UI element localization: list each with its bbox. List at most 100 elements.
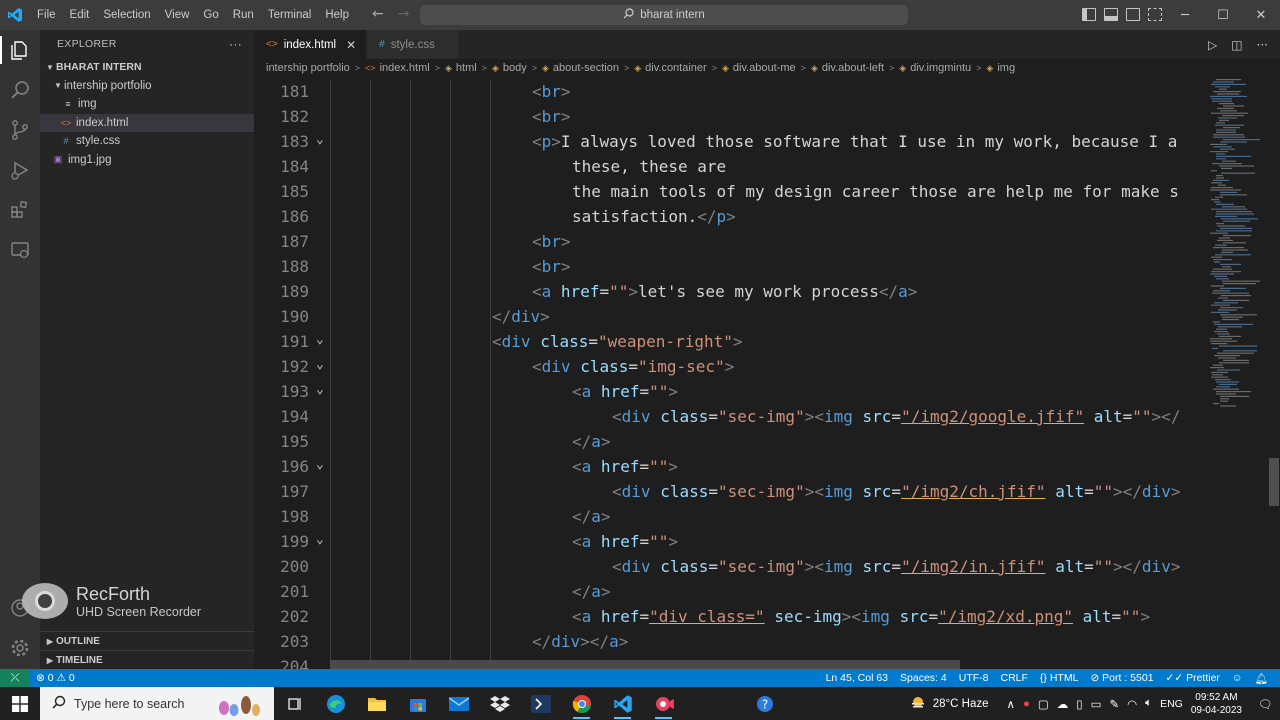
toggle-secondary-sidebar-icon[interactable] — [1126, 8, 1140, 21]
taskbar-search[interactable]: Type here to search — [40, 687, 274, 720]
notification-center-icon[interactable]: 🗨︎ — [1250, 697, 1280, 711]
workspace-root[interactable]: ▼ BHARAT INTERN — [40, 58, 254, 77]
task-view-icon[interactable] — [274, 687, 315, 720]
close-window-icon[interactable]: ✕ — [1242, 0, 1280, 30]
chrome-icon[interactable] — [561, 687, 602, 720]
crumb-about-section[interactable]: ◈ about-section — [542, 62, 619, 74]
weather-text[interactable]: 28°C Haze — [933, 698, 989, 710]
menu-go[interactable]: Go — [196, 0, 225, 30]
tab-style-css[interactable]: # style.css — [367, 30, 460, 59]
crumb-container[interactable]: ◈ div.container — [634, 62, 706, 74]
search-view-icon[interactable] — [8, 78, 32, 102]
maximize-icon[interactable]: ☐ — [1204, 0, 1242, 30]
fold-chevron-icon[interactable]: ⌄ — [316, 529, 324, 551]
recforth-taskbar-icon[interactable] — [643, 687, 684, 720]
more-actions-icon[interactable]: ··· — [229, 37, 242, 51]
toggle-sidebar-icon[interactable] — [1082, 8, 1096, 21]
mail-icon[interactable] — [438, 687, 479, 720]
remote-explorer-icon[interactable] — [8, 238, 32, 262]
crumb-body[interactable]: ◈ body — [492, 62, 527, 74]
crumb-html[interactable]: ◈ html — [445, 62, 477, 74]
phone-icon[interactable]: ▯ — [1076, 697, 1082, 711]
more-icon[interactable]: ··· — [1257, 38, 1268, 52]
horizontal-scrollbar[interactable] — [330, 660, 960, 669]
extensions-icon[interactable] — [8, 198, 32, 222]
file-index-html[interactable]: <> index.html — [40, 113, 254, 132]
onedrive-icon[interactable]: ☁ — [1057, 697, 1069, 711]
menu-run[interactable]: Run — [226, 0, 261, 30]
wifi-icon[interactable]: ◠ — [1127, 697, 1137, 711]
end-of-line[interactable]: CRLF — [994, 672, 1033, 684]
crumb-folder[interactable]: intership portfolio — [266, 62, 350, 74]
notifications-bell-icon[interactable]: 🔔︎ — [1249, 672, 1274, 685]
chevron-up-icon[interactable]: ∧ — [1007, 697, 1015, 711]
toggle-panel-icon[interactable] — [1104, 8, 1118, 21]
menu-help[interactable]: Help — [318, 0, 356, 30]
fold-chevron-icon[interactable]: ⌄ — [316, 354, 324, 376]
explorer-icon[interactable] — [8, 38, 32, 62]
split-editor-icon[interactable]: ◫ — [1231, 38, 1242, 52]
microsoft-store-icon[interactable] — [397, 687, 438, 720]
crumb-imgmintu[interactable]: ◈ div.imgmintu — [899, 62, 971, 74]
back-arrow-icon[interactable]: ← — [372, 6, 384, 22]
prettier-status[interactable]: ✓✓ Prettier — [1160, 672, 1226, 684]
cursor-position[interactable]: Ln 45, Col 63 — [820, 672, 894, 684]
language-mode[interactable]: {} HTML — [1034, 672, 1085, 684]
indentation[interactable]: Spaces: 4 — [894, 672, 953, 684]
meet-now-icon[interactable]: ▢ — [1038, 697, 1049, 711]
help-icon[interactable]: ? — [744, 687, 785, 720]
weather-sun-icon[interactable] — [909, 693, 927, 714]
crumb-about-left[interactable]: ◈ div.about-left — [811, 62, 884, 74]
language-indicator[interactable]: ENG — [1160, 698, 1183, 710]
volume-icon[interactable]: 🔈︎ — [1145, 697, 1152, 710]
customize-layout-icon[interactable] — [1148, 8, 1162, 21]
windows-start-icon[interactable] — [0, 687, 40, 720]
record-indicator-icon[interactable]: ● — [1023, 698, 1030, 710]
minimap[interactable] — [1206, 77, 1268, 669]
vscode-taskbar-icon[interactable] — [602, 687, 643, 720]
edge-browser-icon[interactable] — [315, 687, 356, 720]
file-img[interactable]: ≡ img — [40, 95, 254, 114]
folder-intership-portfolio[interactable]: ▼ intership portfolio — [40, 77, 254, 96]
menu-selection[interactable]: Selection — [96, 0, 157, 30]
pen-icon[interactable]: ✎ — [1109, 697, 1119, 711]
source-control-icon[interactable] — [8, 118, 32, 142]
feedback-icon[interactable]: ☺ — [1226, 672, 1249, 684]
powershell-icon[interactable] — [520, 687, 561, 720]
menu-file[interactable]: File — [30, 0, 63, 30]
layout-controls — [1082, 8, 1162, 21]
close-icon[interactable]: ✕ — [346, 38, 356, 52]
menu-view[interactable]: View — [158, 0, 197, 30]
clock[interactable]: 09:52 AM 09-04-2023 — [1183, 691, 1250, 717]
fold-chevron-icon[interactable]: ⌄ — [316, 329, 324, 351]
run-debug-icon[interactable] — [8, 158, 32, 182]
run-icon[interactable]: ▷ — [1208, 38, 1217, 52]
crumb-file[interactable]: <> index.html — [365, 62, 430, 74]
live-server-port[interactable]: ⊘ Port : 5501 — [1084, 672, 1159, 684]
remote-icon[interactable]: ⤫ — [0, 669, 30, 687]
crumb-img[interactable]: ◈ img — [986, 62, 1015, 74]
problems-indicator[interactable]: ⊗ 0 ⚠ 0 — [30, 672, 81, 684]
file-style-css[interactable]: # style.css — [40, 132, 254, 151]
outline-section[interactable]: ▶ OUTLINE — [40, 631, 254, 650]
file-img1-jpg[interactable]: ▣ img1.jpg — [40, 151, 254, 170]
forward-arrow-icon[interactable]: → — [398, 6, 410, 22]
command-center-search[interactable]: bharat intern — [420, 5, 908, 25]
tab-index-html[interactable]: <> index.html ✕ — [254, 30, 368, 59]
menu-terminal[interactable]: Terminal — [261, 0, 318, 30]
timeline-section[interactable]: ▶ TIMELINE — [40, 650, 254, 669]
code-editor[interactable]: 181 <br> 182 <br> 183 <p>I always loved tho… — [254, 79, 1204, 669]
dropbox-icon[interactable] — [479, 687, 520, 720]
fold-chevron-icon[interactable]: ⌄ — [316, 379, 324, 401]
manage-gear-icon[interactable] — [8, 636, 32, 660]
battery-icon[interactable]: ▭ — [1091, 697, 1102, 711]
minimize-icon[interactable]: ─ — [1166, 0, 1204, 30]
vertical-scrollbar[interactable] — [1268, 77, 1280, 669]
scrollbar-thumb[interactable] — [1269, 458, 1279, 506]
file-explorer-icon[interactable] — [356, 687, 397, 720]
menu-edit[interactable]: Edit — [63, 0, 97, 30]
encoding[interactable]: UTF-8 — [953, 672, 995, 684]
fold-chevron-icon[interactable]: ⌄ — [316, 454, 324, 476]
fold-chevron-icon[interactable]: ⌄ — [316, 129, 324, 151]
crumb-about-me[interactable]: ◈ div.about-me — [722, 62, 796, 74]
